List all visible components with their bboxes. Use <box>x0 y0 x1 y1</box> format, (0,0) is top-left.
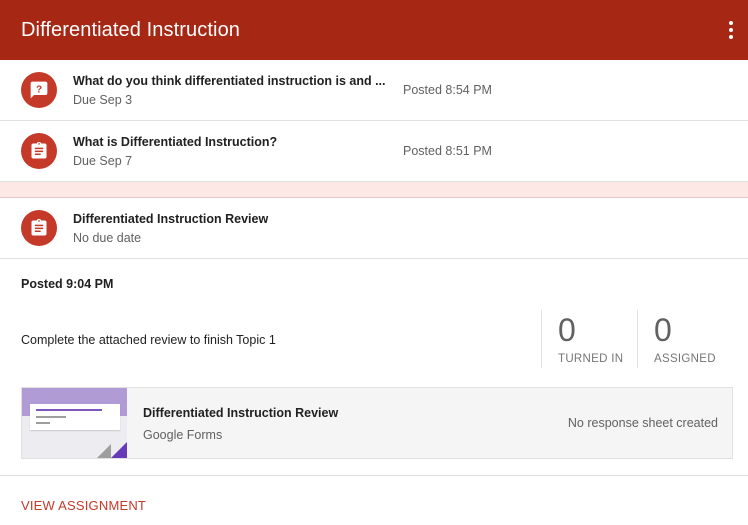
page-title: Differentiated Instruction <box>21 19 241 41</box>
turned-in-stat[interactable]: 0 TURNED IN <box>541 310 638 368</box>
item-title: What is Differentiated Instruction? <box>73 135 278 149</box>
list-item-assignment[interactable]: What is Differentiated Instruction? Due … <box>0 121 748 182</box>
list-item-assignment-expanded[interactable]: Differentiated Instruction Review No due… <box>0 198 748 259</box>
assigned-stat[interactable]: 0 ASSIGNED <box>637 310 734 368</box>
detail-posted-time: Posted 9:04 PM <box>21 277 114 291</box>
attachment-type: Google Forms <box>143 428 223 442</box>
question-icon: ? <box>21 72 57 108</box>
item-due-date: Due Sep 3 <box>73 93 133 107</box>
assignment-description: Complete the attached review to finish T… <box>21 333 276 347</box>
turned-in-count: 0 <box>558 312 576 348</box>
svg-text:?: ? <box>36 85 42 96</box>
divider <box>0 475 748 476</box>
item-title: What do you think differentiated instruc… <box>73 74 386 88</box>
assigned-label: ASSIGNED <box>654 353 716 365</box>
item-title: Differentiated Instruction Review <box>73 212 269 226</box>
response-sheet-status: No response sheet created <box>567 416 718 430</box>
item-due-date: No due date <box>73 231 142 245</box>
item-due-date: Due Sep 7 <box>73 154 133 168</box>
section-divider-band <box>0 182 748 198</box>
item-posted-time: Posted 8:54 PM <box>403 83 492 97</box>
assignment-icon <box>21 210 57 246</box>
item-posted-time: Posted 8:51 PM <box>403 144 492 158</box>
turned-in-label: TURNED IN <box>558 353 624 365</box>
more-options-icon[interactable] <box>726 18 736 42</box>
attachment-title: Differentiated Instruction Review <box>143 406 339 420</box>
app-header: Differentiated Instruction <box>0 0 748 60</box>
list-item-question[interactable]: ? What do you think differentiated instr… <box>0 60 748 121</box>
forms-thumbnail <box>22 388 127 458</box>
attachment-card[interactable]: Differentiated Instruction Review Google… <box>21 387 733 459</box>
assigned-count: 0 <box>654 312 672 348</box>
view-assignment-link[interactable]: VIEW ASSIGNMENT <box>21 498 146 513</box>
assignment-icon <box>21 133 57 169</box>
